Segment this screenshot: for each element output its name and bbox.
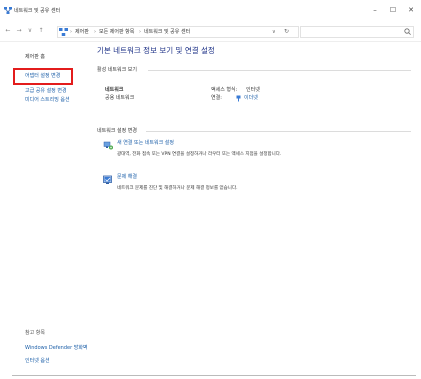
connections-label: 연결: <box>211 95 222 101</box>
media-streaming-options-link[interactable]: 미디어 스트리밍 옵션 <box>25 97 70 104</box>
windows-defender-firewall-link[interactable]: Windows Defender 방화벽 <box>25 345 88 352</box>
access-type-label: 액세스 형식: <box>211 87 238 93</box>
page-title: 기본 네트워크 정보 보기 및 연결 설정 <box>97 46 215 55</box>
control-panel-home-link[interactable]: 제어판 홈 <box>25 54 45 61</box>
active-networks-heading: 활성 네트워크 보기 <box>97 67 137 73</box>
section-divider <box>146 131 411 132</box>
maximize-button[interactable]: ☐ <box>386 5 400 15</box>
close-button[interactable]: ✕ <box>404 5 418 15</box>
breadcrumb-separator: › <box>94 29 96 35</box>
see-also-heading: 참고 항목 <box>25 330 45 336</box>
setup-new-connection-link[interactable]: 새 연결 또는 네트워크 설정 <box>117 140 174 147</box>
troubleshoot-description: 네트워크 문제를 진단 및 해결하거나 문제 해결 정보를 얻습니다. <box>117 186 238 191</box>
title-bar: 네트워크 및 공유 센터 – ☐ ✕ <box>0 0 421 22</box>
network-setup-icon <box>103 141 113 150</box>
forward-arrow-icon[interactable]: → <box>14 26 24 36</box>
internet-options-link[interactable]: 인터넷 옵션 <box>25 358 50 365</box>
ethernet-connection-link[interactable]: 이더넷 <box>244 95 258 102</box>
troubleshoot-link[interactable]: 문제 해결 <box>117 174 137 181</box>
access-type-value: 인터넷 <box>246 87 260 93</box>
change-settings-heading: 네트워크 설정 변경 <box>97 128 137 134</box>
network-sharing-center-window: 네트워크 및 공유 센터 – ☐ ✕ ← → ∨ ↑ › 제어판 › 모든 제어… <box>0 0 421 379</box>
change-adapter-settings-link[interactable]: 어댑터 설정 변경 <box>25 73 60 80</box>
network-name: 네트워크 <box>105 87 124 93</box>
network-type: 공용 네트워크 <box>105 95 135 101</box>
minimize-button[interactable]: – <box>368 5 382 15</box>
up-arrow-icon[interactable]: ↑ <box>36 26 46 36</box>
breadcrumb-all-items[interactable]: 모든 제어판 항목 <box>99 28 134 36</box>
troubleshoot-icon <box>103 175 112 184</box>
search-input[interactable] <box>300 26 414 38</box>
section-divider <box>148 70 411 71</box>
address-dropdown-chevron-icon[interactable]: ∨ <box>272 28 276 36</box>
breadcrumb-control-panel[interactable]: 제어판 <box>75 28 89 36</box>
refresh-icon[interactable]: ↻ <box>284 27 289 36</box>
network-center-app-icon <box>4 7 12 14</box>
window-title: 네트워크 및 공유 센터 <box>14 8 61 14</box>
recent-locations-chevron-icon[interactable]: ∨ <box>25 26 35 36</box>
advanced-sharing-settings-link[interactable]: 고급 공유 설정 변경 <box>25 88 67 95</box>
breadcrumb-network-center[interactable]: 네트워크 및 공유 센터 <box>144 28 190 36</box>
window-bottom-border <box>12 375 416 376</box>
back-arrow-icon[interactable]: ← <box>3 26 13 36</box>
breadcrumb-separator: › <box>70 29 72 35</box>
control-panel-icon <box>59 28 68 36</box>
setup-new-connection-description: 광대역, 전화 접속 또는 VPN 연결을 설정하거나 라우터 또는 액세스 지… <box>117 152 282 157</box>
breadcrumb-separator: › <box>139 29 141 35</box>
ethernet-icon <box>236 95 241 102</box>
search-icon[interactable] <box>404 28 411 35</box>
